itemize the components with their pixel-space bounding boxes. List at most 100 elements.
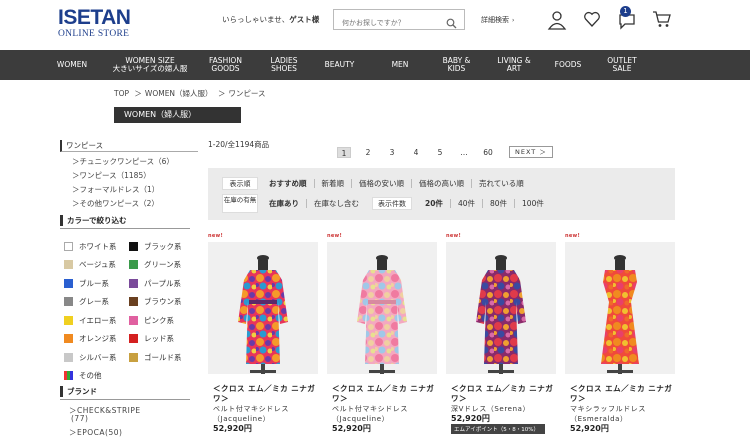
brand-option[interactable]: ＞EPOCA(50)	[69, 427, 122, 438]
color-option-orange[interactable]: オレンジ系	[64, 333, 129, 344]
color-swatch	[129, 315, 138, 325]
new-badge: new!	[327, 233, 343, 239]
nav-beauty[interactable]: BEAUTY	[309, 50, 370, 80]
color-swatch	[64, 278, 73, 288]
isetan-logo[interactable]: ISETAN ONLINE STORE	[58, 7, 138, 40]
color-filter-heading: カラーで絞り込む	[60, 215, 190, 226]
product-name[interactable]: 深Vドレス（Serena）	[446, 404, 556, 414]
product-card[interactable]: new! ＜クロス エム／ミカ ニナガワ＞ ベルト付マキシドレス（Jacquel…	[327, 233, 437, 434]
sort-option[interactable]: 価格の安い順	[351, 179, 411, 188]
divider	[60, 399, 190, 400]
breadcrumb-top[interactable]: TOP	[114, 89, 129, 98]
page-3[interactable]: 3	[385, 147, 399, 158]
nav-baby-kids[interactable]: BABY & KIDS	[430, 50, 483, 80]
brand-filter-heading: ブランド	[60, 386, 190, 397]
nav-foods[interactable]: FOODS	[545, 50, 591, 80]
color-swatch	[129, 260, 138, 270]
color-option-beige[interactable]: ベージュ系	[64, 259, 129, 270]
color-swatch	[129, 352, 138, 362]
dress-shape	[238, 270, 288, 364]
page-5[interactable]: 5	[433, 147, 447, 158]
nav-men[interactable]: MEN	[370, 50, 430, 80]
sort-option[interactable]: 売れている順	[471, 179, 531, 188]
dress-on-mannequin-image	[476, 255, 526, 374]
product-image[interactable]	[446, 242, 556, 374]
heart-icon[interactable]	[583, 10, 601, 32]
divider	[60, 228, 190, 229]
page-4[interactable]: 4	[409, 147, 423, 158]
stock-option[interactable]: 在庫なし含む	[306, 199, 366, 208]
multicolor-swatch	[64, 371, 73, 381]
sidebar-categories: ワンピース ＞チュニックワンピース（6） ＞ワンピース（1185） ＞フォーマル…	[60, 140, 198, 211]
nav-ladies-shoes[interactable]: LADIES SHOES	[259, 50, 309, 80]
nav-women-size[interactable]: WOMEN SIZE 大きいサイズの婦人服	[108, 50, 192, 80]
sort-option[interactable]: おすすめ順	[262, 179, 314, 188]
stock-option[interactable]: 在庫あり	[262, 199, 306, 208]
dress-shape	[357, 270, 407, 364]
product-card[interactable]: new! ＜クロス エム／ミカ ニナガワ＞ ベルト付マキシドレス（Jacquel…	[208, 233, 318, 434]
next-page-button[interactable]: NEXT ＞	[509, 146, 553, 158]
sort-option[interactable]: 新着順	[313, 179, 352, 188]
nav-outlet-sale[interactable]: OUTLET SALE	[591, 50, 653, 80]
product-brand[interactable]: ＜クロス エム／ミカ ニナガワ＞	[446, 384, 556, 404]
advanced-search-link[interactable]: 詳細検索 ›	[481, 15, 514, 25]
sidebar-subcategory[interactable]: ＞チュニックワンピース（6）	[60, 155, 198, 169]
product-card[interactable]: new! ＜クロス エム／ミカ ニナガワ＞ マキシラッフルドレス（Esmeral…	[565, 233, 675, 434]
color-option-yellow[interactable]: イエロー系	[64, 315, 129, 326]
page-2[interactable]: 2	[361, 147, 375, 158]
color-option-pink[interactable]: ピンク系	[129, 315, 194, 326]
mannequin-top	[495, 255, 507, 261]
per-page-option[interactable]: 100件	[514, 199, 551, 208]
per-page-option[interactable]: 40件	[449, 199, 482, 208]
color-option-label: ブルー系	[79, 278, 109, 288]
sort-option[interactable]: 価格の高い順	[411, 179, 471, 188]
stock-label: 在庫の有無	[222, 194, 258, 213]
product-image[interactable]	[208, 242, 318, 374]
color-option-label: イエロー系	[79, 315, 117, 325]
category-title: WOMEN（婦人服）	[114, 107, 241, 123]
product-name[interactable]: ベルト付マキシドレス（Jacqueline）	[327, 404, 437, 424]
user-icon[interactable]	[547, 10, 567, 34]
product-brand[interactable]: ＜クロス エム／ミカ ニナガワ＞	[208, 384, 318, 404]
product-brand[interactable]: ＜クロス エム／ミカ ニナガワ＞	[327, 384, 437, 404]
product-image[interactable]	[565, 242, 675, 374]
product-image[interactable]	[327, 242, 437, 374]
mannequin-neck	[377, 260, 387, 270]
color-option-label: ベージュ系	[79, 260, 116, 270]
page-60[interactable]: 60	[481, 147, 495, 158]
header: ISETAN ONLINE STORE いらっしゃいませ、ゲスト様 詳細検索› …	[0, 0, 750, 50]
sidebar-subcategory[interactable]: ＞フォーマルドレス（1）	[60, 183, 198, 197]
cart-icon[interactable]	[652, 10, 672, 32]
search-box[interactable]	[333, 9, 465, 33]
color-option-blue[interactable]: ブルー系	[64, 278, 129, 289]
notification-badge: 1	[620, 6, 631, 17]
color-option-red[interactable]: レッド系	[129, 333, 194, 344]
nav-living-art[interactable]: LIVING & ART	[483, 50, 545, 80]
color-option-gold[interactable]: ゴールド系	[129, 352, 194, 363]
sidebar-subcategory[interactable]: ＞その他ワンピース（2）	[60, 197, 198, 211]
search-input[interactable]	[334, 13, 442, 33]
dress-on-mannequin-image	[601, 255, 639, 374]
color-option-purple[interactable]: パープル系	[129, 278, 194, 289]
color-option-silver[interactable]: シルバー系	[64, 352, 129, 363]
product-card[interactable]: new! ＜クロス エム／ミカ ニナガワ＞ 深Vドレス（Serena） 52,9…	[446, 233, 556, 434]
product-name[interactable]: ベルト付マキシドレス（Jacqueline）	[208, 404, 318, 424]
per-page-option[interactable]: 20件	[418, 199, 450, 208]
color-option-gray[interactable]: グレー系	[64, 296, 129, 307]
sidebar-subcategory[interactable]: ＞ワンピース（1185）	[60, 169, 198, 183]
color-option-other[interactable]: その他	[64, 370, 132, 381]
nav-women[interactable]: WOMEN	[0, 50, 108, 80]
sidebar-category-heading[interactable]: ワンピース	[60, 140, 198, 152]
color-option-green[interactable]: グリーン系	[129, 259, 194, 270]
search-icon[interactable]	[446, 14, 457, 33]
per-page-option[interactable]: 80件	[481, 199, 514, 208]
welcome-user: ゲスト様	[289, 15, 320, 24]
product-brand[interactable]: ＜クロス エム／ミカ ニナガワ＞	[565, 384, 675, 404]
color-option-brown[interactable]: ブラウン系	[129, 296, 194, 307]
color-swatch	[64, 334, 73, 344]
nav-fashion-goods[interactable]: FASHION GOODS	[192, 50, 259, 80]
color-option-white[interactable]: ホワイト系	[64, 241, 129, 252]
breadcrumb-women[interactable]: WOMEN（婦人服）	[145, 89, 213, 98]
product-name[interactable]: マキシラッフルドレス（Esmeralda）	[565, 404, 675, 424]
color-option-black[interactable]: ブラック系	[129, 241, 194, 252]
